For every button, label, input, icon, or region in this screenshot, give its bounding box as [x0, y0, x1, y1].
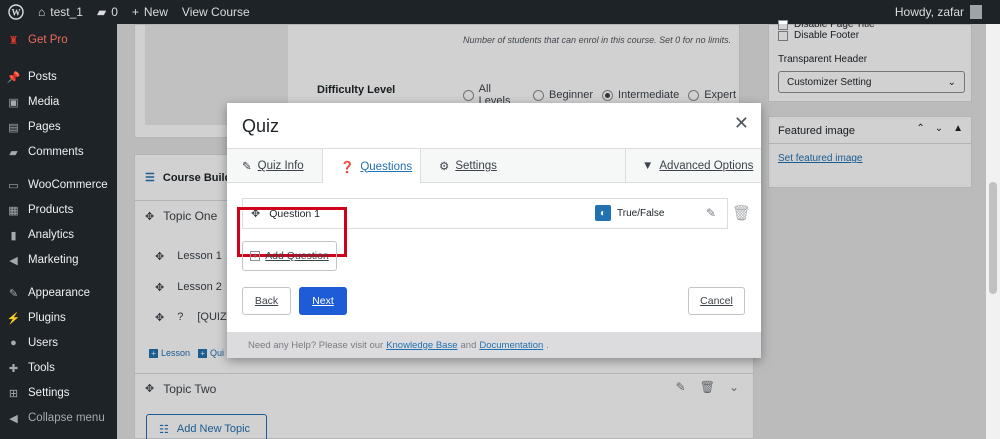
scrollbar-thumb[interactable] [989, 182, 997, 294]
tools-icon: ✚ [8, 362, 19, 375]
sidebar-item-label: Products [28, 204, 74, 216]
sidebar-item-posts[interactable]: 📌 Posts [0, 66, 117, 88]
avatar [970, 5, 982, 19]
tab-settings[interactable]: ⚙ Settings [439, 149, 497, 183]
sidebar-item-label: Get Pro [28, 34, 68, 46]
question-type: ◐ True/False [595, 205, 664, 221]
sidebar-item-settings[interactable]: ⊞ Settings [0, 382, 117, 404]
posts-icon: 📌 [6, 71, 21, 84]
settings-icon: ⊞ [8, 387, 19, 400]
sidebar-item-users[interactable]: ● Users [0, 332, 117, 354]
modal-title: Quiz [242, 116, 280, 136]
sidebar-item-products[interactable]: ▦ Products [0, 199, 117, 221]
home-icon: ⌂ [38, 5, 46, 19]
close-icon[interactable]: ✕ [734, 114, 749, 132]
question-type-label: True/False [617, 207, 665, 219]
tab-divider [625, 149, 626, 183]
svg-text:W: W [12, 8, 21, 18]
sidebar-item-marketing[interactable]: ◀ Marketing [0, 249, 117, 271]
site-name-label: test_1 [50, 5, 83, 19]
sidebar-item-collapse[interactable]: ◀ Collapse menu [0, 407, 117, 429]
sidebar-item-label: Pages [28, 121, 61, 133]
sidebar-item-label: Appearance [28, 287, 91, 299]
sidebar-item-woocommerce[interactable]: ▭ WooCommerce [0, 174, 117, 196]
tab-label: Quiz Info [257, 160, 304, 172]
users-icon: ● [10, 337, 17, 349]
knowledge-base-link[interactable]: Knowledge Base [386, 340, 457, 351]
next-button[interactable]: Next [299, 287, 347, 315]
wordpress-logo-icon[interactable]: W [8, 4, 24, 20]
tab-divider [420, 149, 421, 183]
new-content-link[interactable]: + New [132, 5, 168, 19]
plus-square-icon: + [250, 251, 261, 261]
plus-icon: + [131, 5, 139, 19]
media-icon: ▣ [8, 96, 19, 109]
sidebar-item-analytics[interactable]: ▮ Analytics [0, 224, 117, 246]
sidebar-item-label: Posts [28, 71, 57, 83]
sidebar-item-media[interactable]: ▣ Media [0, 91, 117, 113]
footer-text: . [546, 339, 549, 351]
footer-text: Need any Help? Please visit our [248, 339, 384, 351]
gear-icon: ⚙ [439, 161, 450, 173]
sidebar-item-label: Comments [28, 146, 84, 158]
sidebar-item-label: Collapse menu [28, 412, 105, 424]
tab-quiz-info[interactable]: ✎ Quiz Info [242, 149, 304, 183]
howdy-label: Howdy, zafar [894, 5, 964, 19]
sidebar-item-label: Marketing [28, 254, 79, 266]
sidebar-item-label: WooCommerce [28, 179, 108, 191]
footer-text: and [460, 339, 477, 351]
trash-icon[interactable]: 🗑 [732, 204, 751, 222]
tab-label: Advanced Options [659, 160, 754, 172]
tab-questions[interactable]: ❓ Questions [323, 149, 420, 184]
add-question-label: Add Question [265, 250, 329, 262]
analytics-icon: ▮ [10, 229, 17, 242]
site-name-link[interactable]: ⌂ test_1 [38, 5, 83, 19]
woocommerce-icon: ▭ [8, 179, 19, 192]
admin-sidebar: ♜ Get Pro 📌 Posts ▣ Media ▤ Pages ▰ Comments … [0, 24, 117, 439]
new-label: New [143, 5, 168, 19]
get-pro-icon: ♜ [8, 34, 19, 47]
sidebar-item-label: Users [28, 337, 59, 349]
true-false-icon: ◐ [595, 205, 611, 221]
add-question-button[interactable]: + Add Question [242, 241, 337, 271]
modal-footer: Need any Help? Please visit our Knowledg… [227, 332, 761, 358]
sidebar-item-plugins[interactable]: ⚡ Plugins [0, 307, 117, 329]
collapse-icon: ◀ [9, 412, 18, 425]
sidebar-item-label: Media [28, 96, 60, 108]
sidebar-item-tools[interactable]: ✚ Tools [0, 357, 117, 379]
page-scrollbar[interactable] [986, 24, 1000, 439]
products-icon: ▦ [8, 204, 19, 217]
sidebar-item-comments[interactable]: ▰ Comments [0, 141, 117, 163]
comments-link[interactable]: ▰ 0 [97, 5, 118, 19]
plugins-icon: ⚡ [6, 312, 21, 325]
pages-icon: ▤ [8, 121, 19, 134]
sidebar-item-pages[interactable]: ▤ Pages [0, 116, 117, 138]
question-icon: ❓ [340, 161, 355, 174]
sidebar-item-label: Settings [28, 387, 70, 399]
comments-count: 0 [111, 5, 118, 19]
filter-icon: ▼ [642, 160, 654, 172]
tab-label: Settings [455, 160, 497, 172]
sidebar-item-label: Tools [28, 362, 55, 374]
cancel-button[interactable]: Cancel [688, 287, 745, 315]
marketing-icon: ◀ [9, 254, 18, 267]
sidebar-item-appearance[interactable]: ✎ Appearance [0, 282, 117, 304]
sidebar-item-label: Plugins [28, 312, 66, 324]
tab-label: Questions [360, 160, 413, 173]
documentation-link[interactable]: Documentation [479, 340, 543, 351]
sidebar-item-get-pro[interactable]: ♜ Get Pro [0, 29, 117, 51]
view-course-label: View Course [181, 5, 250, 19]
comment-bubble-icon: ▰ [96, 5, 107, 19]
edit-pencil-icon[interactable]: ✎ [706, 206, 716, 220]
quiz-info-icon: ✎ [242, 161, 252, 173]
view-course-link[interactable]: View Course [182, 5, 250, 19]
appearance-icon: ✎ [8, 287, 19, 300]
comments-icon: ▰ [9, 146, 18, 159]
modal-tabs: ✎ Quiz Info ❓ Questions ⚙ Settings ▼ Adv… [227, 148, 761, 184]
account-menu[interactable]: Howdy, zafar [895, 0, 982, 24]
sidebar-item-label: Analytics [28, 229, 75, 241]
back-button[interactable]: Back [242, 287, 291, 315]
quiz-modal: Quiz ✕ ✎ Quiz Info ❓ Questions ⚙ Setting… [227, 103, 761, 358]
tab-advanced-options[interactable]: ▼ Advanced Options [642, 149, 753, 183]
